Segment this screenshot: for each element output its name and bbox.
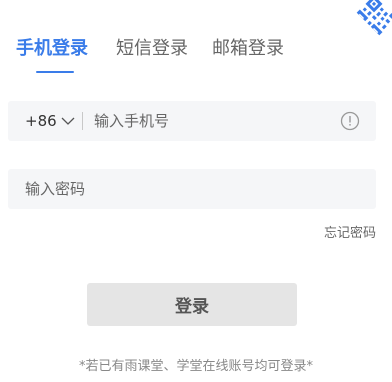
tab-phone-login[interactable]: 手机登录 — [16, 37, 88, 61]
active-tab-indicator — [36, 71, 74, 73]
login-tabs: 手机登录 短信登录 邮箱登录 — [16, 30, 316, 74]
phone-field: +86 — [8, 101, 376, 141]
phone-input[interactable] — [94, 101, 334, 141]
login-button[interactable]: 登录 — [87, 283, 297, 326]
country-code-select[interactable]: +86 — [25, 101, 75, 141]
country-code-value: +86 — [25, 112, 57, 130]
qr-code-icon — [351, 0, 392, 41]
password-field — [8, 169, 376, 209]
tab-sms-login[interactable]: 短信登录 — [116, 37, 188, 61]
field-divider — [82, 112, 83, 130]
account-note: *若已有雨课堂、学堂在线账号均可登录* — [78, 359, 313, 374]
qr-login-toggle[interactable] — [344, 0, 392, 48]
tab-email-login[interactable]: 邮箱登录 — [212, 37, 284, 61]
password-input[interactable] — [25, 169, 355, 209]
chevron-down-icon — [61, 117, 75, 125]
info-circle-icon[interactable] — [340, 111, 360, 131]
forgot-password-link[interactable]: 忘记密码 — [324, 222, 376, 241]
